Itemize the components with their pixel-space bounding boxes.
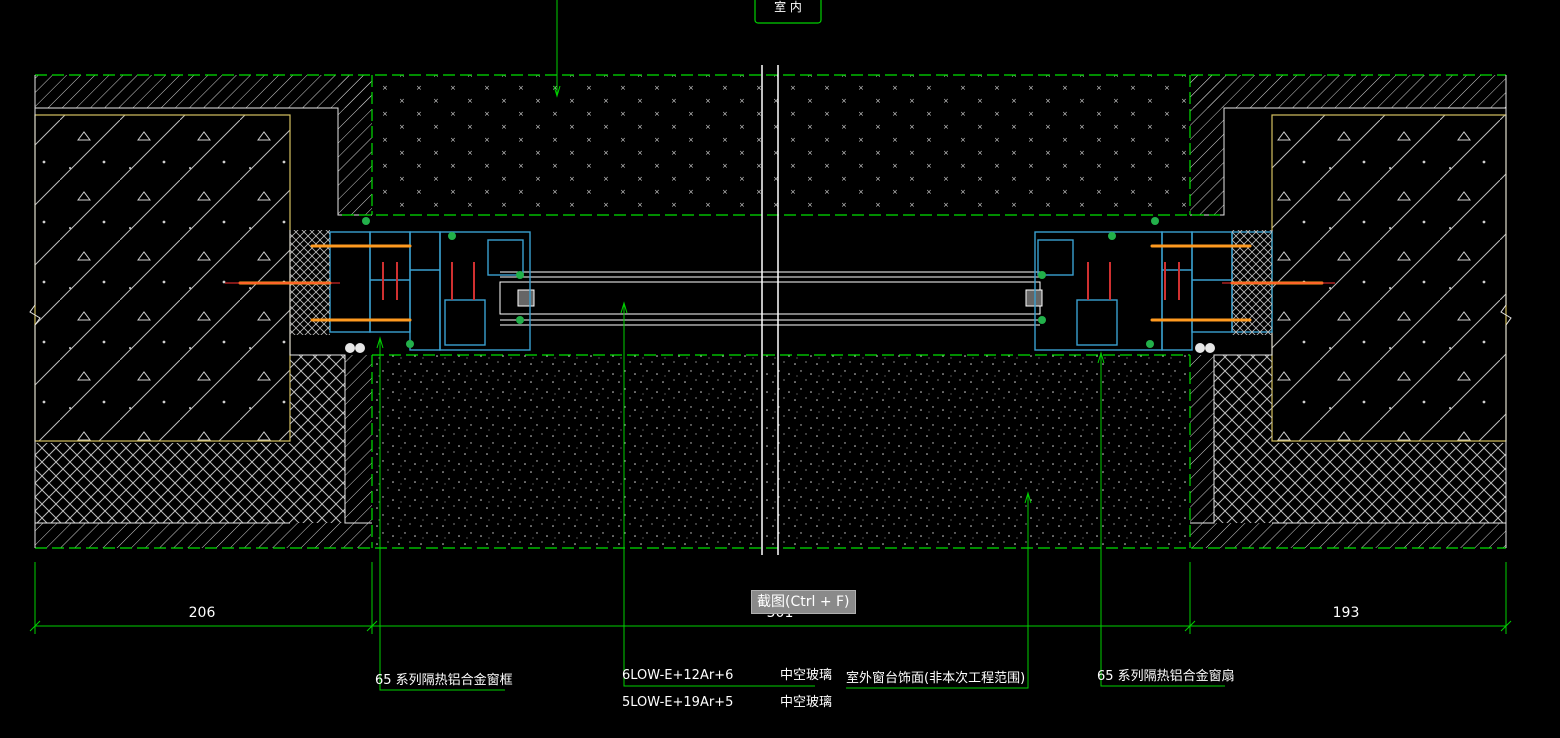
dimension-left-value: 206 [189, 605, 216, 621]
aluminum-frame-left [290, 217, 531, 353]
frame-label: 65 系列隔热铝合金窗框 [375, 672, 513, 688]
interior-sill-board [372, 75, 1190, 215]
glass-spec-1: 6LOW-E+12Ar+6 [622, 668, 733, 683]
room-tag-label: 室 内 [774, 0, 802, 14]
glass-spec-2: 5LOW-E+19Ar+5 [622, 695, 733, 710]
aluminum-frame-right [1034, 217, 1273, 353]
sill-note: 室外窗台饰面(非本次工程范围) [846, 670, 1025, 686]
glass-type-2: 中空玻璃 [780, 695, 832, 710]
screenshot-tooltip: 截图(Ctrl + F) [751, 590, 856, 614]
glass-type-1: 中空玻璃 [780, 668, 832, 683]
dimension-right-value: 193 [1333, 605, 1360, 621]
sash-label: 65 系列隔热铝合金窗扇 [1097, 668, 1235, 684]
concrete-wall-left [34, 114, 291, 442]
insulated-glass-unit [499, 271, 1043, 326]
concrete-wall-right [1271, 114, 1507, 442]
exterior-sill-zone [372, 355, 1190, 545]
anchor-bolts [238, 244, 1324, 322]
cad-drawing-canvas[interactable]: × × [0, 0, 1560, 738]
